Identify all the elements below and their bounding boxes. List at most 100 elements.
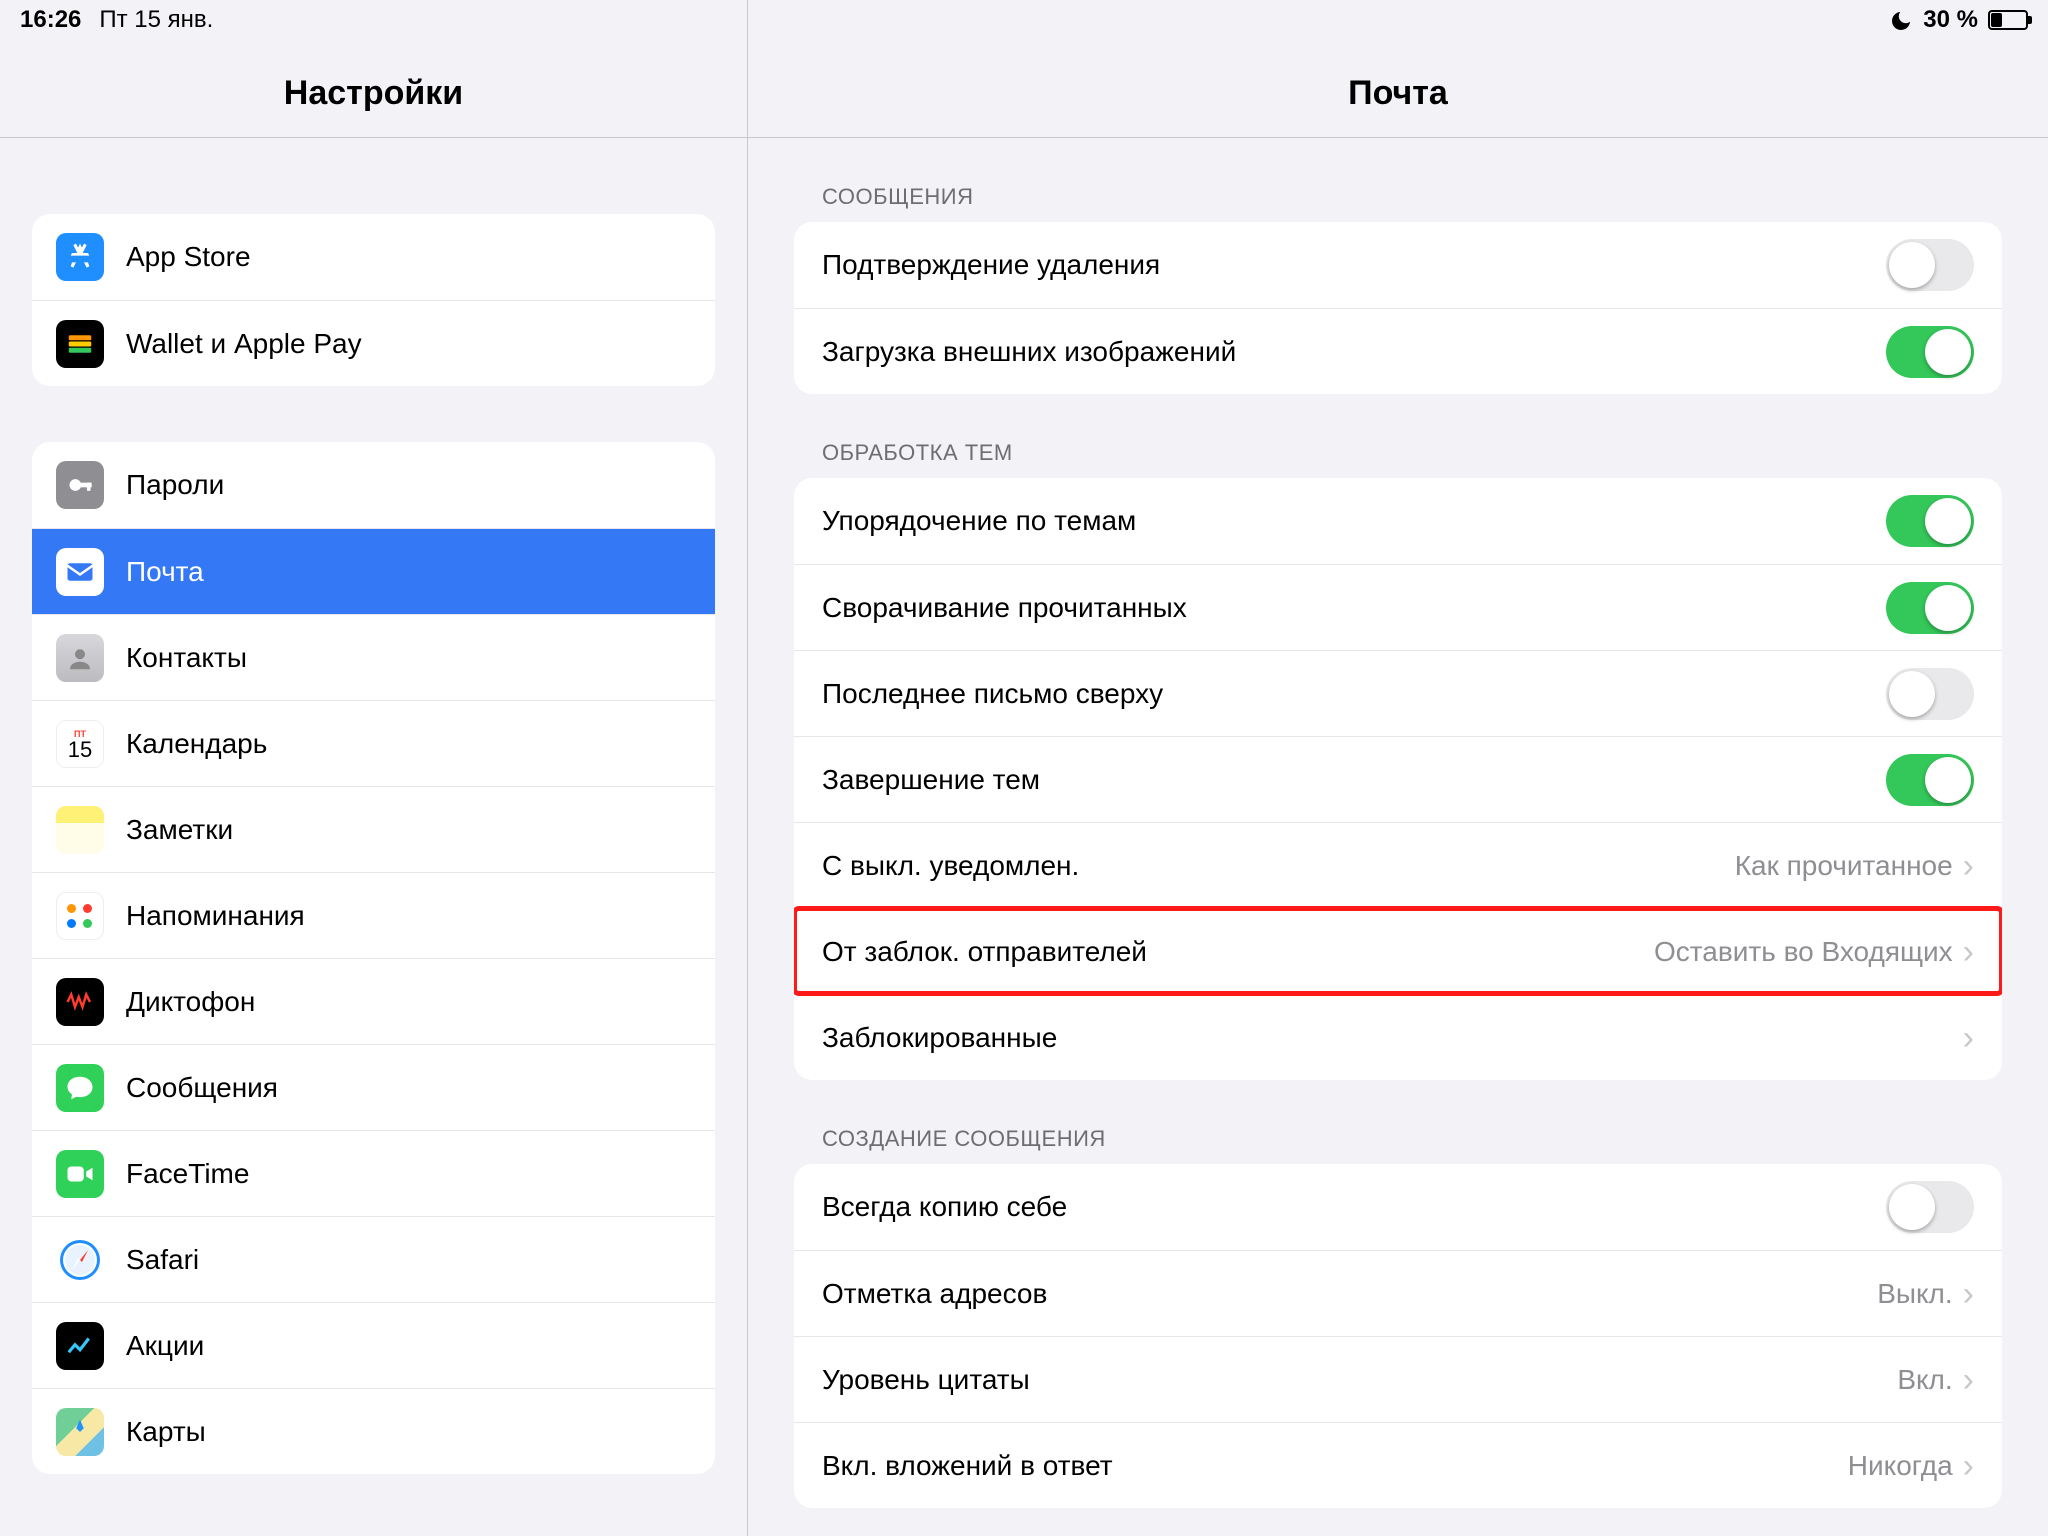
sidebar-item-label: FaceTime <box>126 1158 249 1190</box>
sidebar-item-label: Карты <box>126 1416 206 1448</box>
setting-row[interactable]: Вкл. вложений в ответНикогда › <box>794 1422 2002 1508</box>
setting-row[interactable]: С выкл. уведомлен.Как прочитанное › <box>794 822 2002 908</box>
contacts-icon <box>56 634 104 682</box>
sidebar-item-passwords[interactable]: Пароли <box>32 442 715 528</box>
setting-row[interactable]: Подтверждение удаления <box>794 222 2002 308</box>
settings-sidebar: Настройки App StoreWallet и Apple Pay Па… <box>0 0 748 1536</box>
settings-panel: Подтверждение удаления Загрузка внешних и… <box>794 222 2002 394</box>
setting-label: Вкл. вложений в ответ <box>822 1450 1848 1482</box>
chevron-right-icon: › <box>1963 1021 1974 1055</box>
sidebar-item-reminders[interactable]: Напоминания <box>32 872 715 958</box>
sidebar-group-store: App Store Wallet и Apple Pay <box>32 214 715 386</box>
wallet-icon <box>56 320 104 368</box>
calendar-icon: ПТ15 <box>56 720 104 768</box>
sidebar-item-voice[interactable]: Диктофон <box>32 958 715 1044</box>
setting-row[interactable]: Упорядочение по темам <box>794 478 2002 564</box>
setting-row[interactable]: Загрузка внешних изображений <box>794 308 2002 394</box>
sidebar-item-appstore[interactable]: App Store <box>32 214 715 300</box>
setting-label: Всегда копию себе <box>822 1191 1886 1223</box>
setting-row[interactable]: Всегда копию себе <box>794 1164 2002 1250</box>
toggle-switch[interactable] <box>1886 239 1974 291</box>
setting-row[interactable]: Отметка адресовВыкл. › <box>794 1250 2002 1336</box>
chevron-right-icon: › <box>1963 1363 1974 1397</box>
chevron-right-icon: › <box>1963 849 1974 883</box>
mail-icon <box>56 548 104 596</box>
settings-panel: Всегда копию себеОтметка адресовВыкл.›Ур… <box>794 1164 2002 1508</box>
setting-label: Подтверждение удаления <box>822 249 1886 281</box>
setting-label: Отметка адресов <box>822 1278 1877 1310</box>
sidebar-item-label: App Store <box>126 241 251 273</box>
setting-row[interactable]: Уровень цитатыВкл. › <box>794 1336 2002 1422</box>
reminders-icon <box>56 892 104 940</box>
sidebar-item-label: Сообщения <box>126 1072 278 1104</box>
sidebar-item-label: Wallet и Apple Pay <box>126 328 362 360</box>
chevron-right-icon: › <box>1963 1277 1974 1311</box>
toggle-switch[interactable] <box>1886 582 1974 634</box>
setting-value: Оставить во Входящих <box>1654 936 1953 968</box>
sidebar-item-label: Заметки <box>126 814 233 846</box>
settings-panel: Упорядочение по темам Сворачивание прочит… <box>794 478 2002 1080</box>
stocks-icon <box>56 1322 104 1370</box>
sidebar-item-mail[interactable]: Почта <box>32 528 715 614</box>
detail-panel: Почта СООБЩЕНИЯПодтверждение удаленияЗаг… <box>748 0 2048 1536</box>
setting-label: Заблокированные <box>822 1022 1963 1054</box>
battery-icon <box>1988 10 2028 30</box>
setting-label: Загрузка внешних изображений <box>822 336 1886 368</box>
safari-icon <box>56 1236 104 1284</box>
sidebar-item-label: Пароли <box>126 469 224 501</box>
sidebar-item-stocks[interactable]: Акции <box>32 1302 715 1388</box>
toggle-switch[interactable] <box>1886 495 1974 547</box>
setting-row[interactable]: Последнее письмо сверху <box>794 650 2002 736</box>
messages-icon <box>56 1064 104 1112</box>
setting-row[interactable]: Завершение тем <box>794 736 2002 822</box>
sidebar-item-label: Диктофон <box>126 986 255 1018</box>
setting-row[interactable]: От заблок. отправителейОставить во Входя… <box>794 908 2002 994</box>
clock: 16:26 <box>20 6 81 34</box>
sidebar-item-messages[interactable]: Сообщения <box>32 1044 715 1130</box>
chevron-right-icon: › <box>1963 935 1974 969</box>
setting-label: Сворачивание прочитанных <box>822 592 1886 624</box>
section-header: СОЗДАНИЕ СООБЩЕНИЯ <box>822 1126 2002 1152</box>
dnd-moon-icon <box>1889 6 1913 34</box>
toggle-switch[interactable] <box>1886 1181 1974 1233</box>
facetime-icon <box>56 1150 104 1198</box>
sidebar-item-notes[interactable]: Заметки <box>32 786 715 872</box>
sidebar-item-maps[interactable]: Карты <box>32 1388 715 1474</box>
chevron-right-icon: › <box>1963 1449 1974 1483</box>
setting-value: Выкл. <box>1877 1278 1952 1310</box>
setting-row[interactable]: Сворачивание прочитанных <box>794 564 2002 650</box>
section-header: ОБРАБОТКА ТЕМ <box>822 440 2002 466</box>
section-header: СООБЩЕНИЯ <box>822 184 2002 210</box>
sidebar-item-label: Контакты <box>126 642 247 674</box>
setting-value: Никогда <box>1848 1450 1953 1482</box>
status-bar: 16:26 Пт 15 янв. 30 % <box>0 0 2048 40</box>
notes-icon <box>56 806 104 854</box>
passwords-icon <box>56 461 104 509</box>
setting-value: Как прочитанное <box>1735 850 1953 882</box>
sidebar-item-label: Safari <box>126 1244 199 1276</box>
appstore-icon <box>56 233 104 281</box>
sidebar-item-label: Напоминания <box>126 900 305 932</box>
setting-label: Завершение тем <box>822 764 1886 796</box>
toggle-switch[interactable] <box>1886 326 1974 378</box>
battery-percent: 30 % <box>1923 6 1978 34</box>
toggle-switch[interactable] <box>1886 668 1974 720</box>
sidebar-item-facetime[interactable]: FaceTime <box>32 1130 715 1216</box>
maps-icon <box>56 1408 104 1456</box>
sidebar-item-label: Акции <box>126 1330 204 1362</box>
sidebar-item-contacts[interactable]: Контакты <box>32 614 715 700</box>
setting-label: Упорядочение по темам <box>822 505 1886 537</box>
setting-label: От заблок. отправителей <box>822 936 1654 968</box>
sidebar-item-label: Календарь <box>126 728 267 760</box>
sidebar-item-safari[interactable]: Safari <box>32 1216 715 1302</box>
setting-row[interactable]: Заблокированные› <box>794 994 2002 1080</box>
sidebar-group-apps: Пароли Почта Контакты ПТ15 Календарь Заметки Н… <box>32 442 715 1474</box>
setting-label: С выкл. уведомлен. <box>822 850 1735 882</box>
sidebar-item-wallet[interactable]: Wallet и Apple Pay <box>32 300 715 386</box>
setting-label: Уровень цитаты <box>822 1364 1897 1396</box>
toggle-switch[interactable] <box>1886 754 1974 806</box>
date: Пт 15 янв. <box>99 6 213 34</box>
setting-value: Вкл. <box>1897 1364 1952 1396</box>
setting-label: Последнее письмо сверху <box>822 678 1886 710</box>
sidebar-item-calendar[interactable]: ПТ15 Календарь <box>32 700 715 786</box>
